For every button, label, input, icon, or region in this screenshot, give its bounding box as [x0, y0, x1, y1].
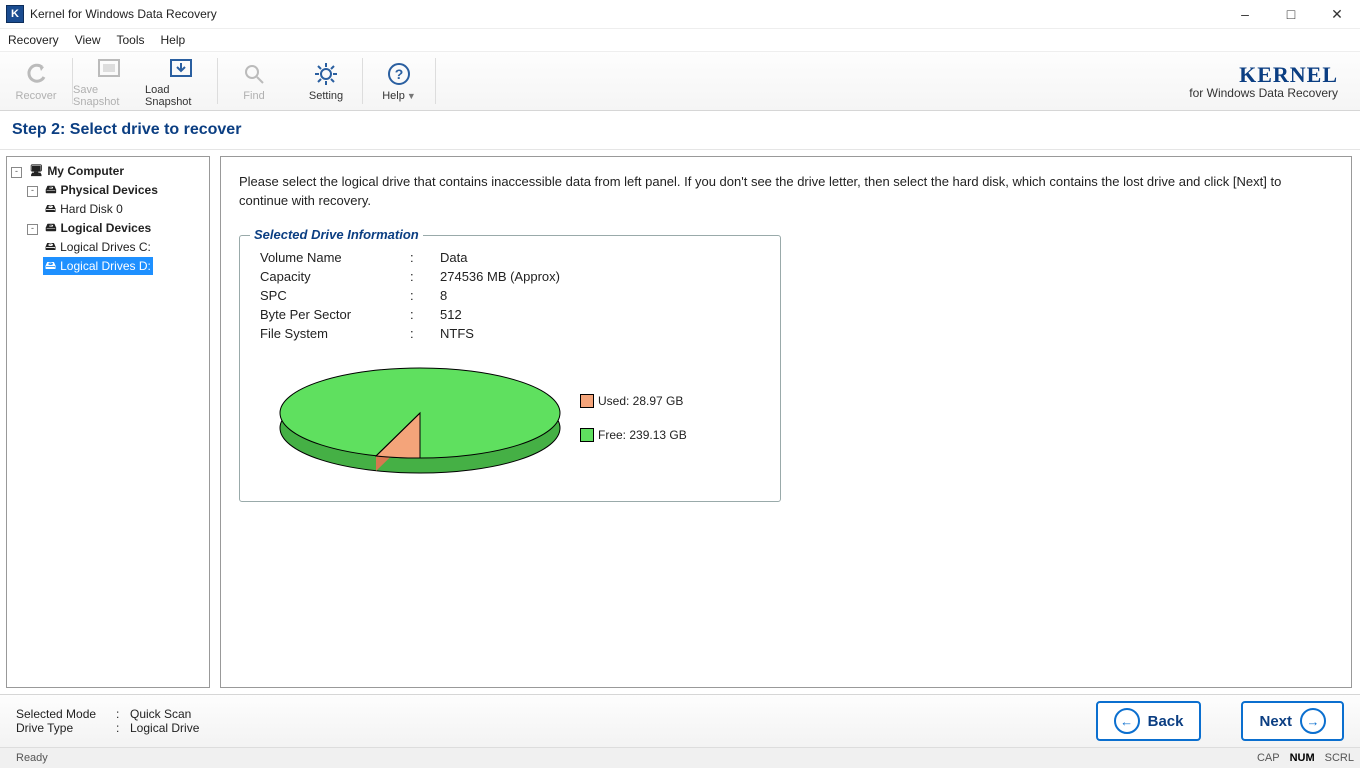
value-spc: 8 — [440, 288, 760, 303]
help-button[interactable]: ? Help▼ — [363, 52, 435, 110]
value-capacity: 274536 MB (Approx) — [440, 269, 760, 284]
menu-tools[interactable]: Tools — [116, 33, 144, 47]
recover-icon — [22, 60, 50, 88]
footer: Selected Mode:Quick Scan Drive Type:Logi… — [0, 694, 1360, 747]
info-row: Volume Name : Data — [260, 250, 760, 265]
footer-info: Selected Mode:Quick Scan Drive Type:Logi… — [16, 707, 199, 735]
maximize-button[interactable]: □ — [1268, 0, 1314, 28]
chart-legend: Used: 28.97 GB Free: 239.13 GB — [580, 353, 687, 483]
collapse-icon[interactable]: - — [27, 224, 38, 235]
collapse-icon[interactable]: - — [11, 167, 22, 178]
step-title: Step 2: Select drive to recover — [12, 121, 241, 139]
label-volume-name: Volume Name — [260, 250, 410, 265]
value-volume-name: Data — [440, 250, 760, 265]
tree-logical-drive-c[interactable]: 🖴Logical Drives C: — [43, 238, 153, 256]
step-header: Step 2: Select drive to recover — [0, 111, 1360, 150]
back-label: Back — [1148, 713, 1184, 730]
value-bps: 512 — [440, 307, 760, 322]
recover-label: Recover — [16, 90, 57, 102]
save-snapshot-icon — [95, 54, 123, 82]
setting-label: Setting — [309, 90, 343, 102]
svg-text:?: ? — [395, 66, 404, 82]
tree-my-computer[interactable]: 🖥My Computer — [27, 162, 126, 180]
load-snapshot-icon — [167, 54, 195, 82]
recover-button[interactable]: Recover — [0, 52, 72, 110]
label-bps: Byte Per Sector — [260, 307, 410, 322]
menu-view[interactable]: View — [75, 33, 101, 47]
setting-button[interactable]: Setting — [290, 52, 362, 110]
search-icon — [240, 60, 268, 88]
info-row: SPC : 8 — [260, 288, 760, 303]
brand-subtitle: for Windows Data Recovery — [1189, 86, 1338, 100]
legend-free: Free: 239.13 GB — [580, 428, 687, 442]
label-capacity: Capacity — [260, 269, 410, 284]
label-fs: File System — [260, 326, 410, 341]
value-drive-type: Logical Drive — [130, 721, 199, 735]
swatch-free — [580, 428, 594, 442]
legend-used: Used: 28.97 GB — [580, 394, 687, 408]
menu-recovery[interactable]: Recovery — [8, 33, 59, 47]
tree-logical-devices[interactable]: 🖴Logical Devices — [43, 219, 153, 237]
content-panel: Please select the logical drive that con… — [220, 156, 1352, 688]
minimize-button[interactable]: – — [1222, 0, 1268, 28]
swatch-used — [580, 394, 594, 408]
device-tree[interactable]: - 🖥My Computer - 🖴Physical Devices 🖴Hard… — [6, 156, 210, 688]
label-drive-type: Drive Type — [16, 721, 116, 735]
menu-bar: Recovery View Tools Help — [0, 29, 1360, 52]
app-icon: K — [6, 5, 24, 23]
save-snapshot-button[interactable]: Save Snapshot — [73, 52, 145, 110]
help-icon: ? — [385, 60, 413, 88]
status-cap: CAP — [1257, 752, 1280, 764]
window-title: Kernel for Windows Data Recovery — [30, 7, 217, 21]
chevron-down-icon: ▼ — [407, 91, 416, 101]
tree-logical-drive-d[interactable]: 🖴Logical Drives D: — [43, 257, 153, 275]
label-spc: SPC — [260, 288, 410, 303]
legend-free-label: Free: 239.13 GB — [598, 428, 687, 442]
load-snapshot-button[interactable]: Load Snapshot — [145, 52, 217, 110]
load-snapshot-label: Load Snapshot — [145, 84, 217, 108]
status-num: NUM — [1290, 752, 1315, 764]
value-selected-mode: Quick Scan — [130, 707, 191, 721]
tree-hard-disk-0[interactable]: 🖴Hard Disk 0 — [43, 200, 125, 218]
brand: KERNEL for Windows Data Recovery — [1189, 62, 1360, 100]
value-fs: NTFS — [440, 326, 760, 341]
usage-pie-chart — [260, 353, 580, 483]
label-selected-mode: Selected Mode — [16, 707, 116, 721]
tree-physical-devices[interactable]: 🖴Physical Devices — [43, 181, 160, 199]
instructions-text: Please select the logical drive that con… — [239, 173, 1333, 211]
legend-used-label: Used: 28.97 GB — [598, 394, 683, 408]
help-label: Help — [382, 90, 405, 102]
info-row: Byte Per Sector : 512 — [260, 307, 760, 322]
brand-title: KERNEL — [1189, 62, 1338, 88]
fieldset-legend: Selected Drive Information — [250, 227, 423, 242]
back-button[interactable]: ← Back — [1096, 701, 1202, 741]
drive-info-fieldset: Selected Drive Information Volume Name :… — [239, 235, 781, 502]
gear-icon — [312, 60, 340, 88]
status-scrl: SCRL — [1325, 752, 1354, 764]
info-row: File System : NTFS — [260, 326, 760, 341]
collapse-icon[interactable]: - — [27, 186, 38, 197]
info-row: Capacity : 274536 MB (Approx) — [260, 269, 760, 284]
title-bar: K Kernel for Windows Data Recovery – □ ✕ — [0, 0, 1360, 29]
find-button[interactable]: Find — [218, 52, 290, 110]
close-button[interactable]: ✕ — [1314, 0, 1360, 28]
save-snapshot-label: Save Snapshot — [73, 84, 145, 108]
toolbar: Recover Save Snapshot Load Snapshot Find — [0, 52, 1360, 111]
status-bar: Ready CAP NUM SCRL — [0, 747, 1360, 768]
status-ready: Ready — [16, 752, 48, 764]
next-label: Next — [1259, 713, 1292, 730]
next-button[interactable]: Next → — [1241, 701, 1344, 741]
menu-help[interactable]: Help — [161, 33, 186, 47]
find-label: Find — [243, 90, 264, 102]
arrow-left-icon: ← — [1114, 708, 1140, 734]
arrow-right-icon: → — [1300, 708, 1326, 734]
